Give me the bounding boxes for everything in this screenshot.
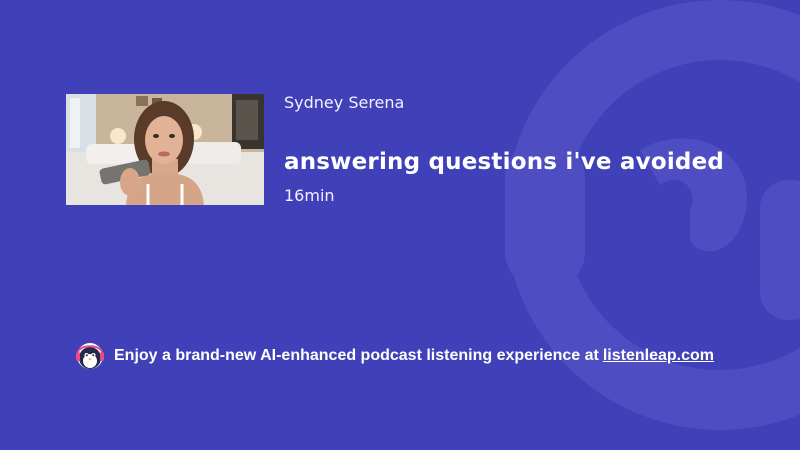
episode-thumbnail[interactable] xyxy=(66,94,264,205)
headphones-logo-icon xyxy=(505,0,800,430)
listenleap-link[interactable]: listenleap.com xyxy=(603,347,714,365)
episode-title[interactable]: answering questions i've avoided xyxy=(284,149,724,175)
episode-duration: 16min xyxy=(284,186,335,205)
thumbnail-image xyxy=(66,94,264,205)
penguin-mascot-icon xyxy=(75,342,105,370)
promo-text: Enjoy a brand-new AI-enhanced podcast li… xyxy=(114,347,599,364)
promo-banner: Enjoy a brand-new AI-enhanced podcast li… xyxy=(75,342,714,370)
podcast-author[interactable]: Sydney Serena xyxy=(284,93,404,112)
